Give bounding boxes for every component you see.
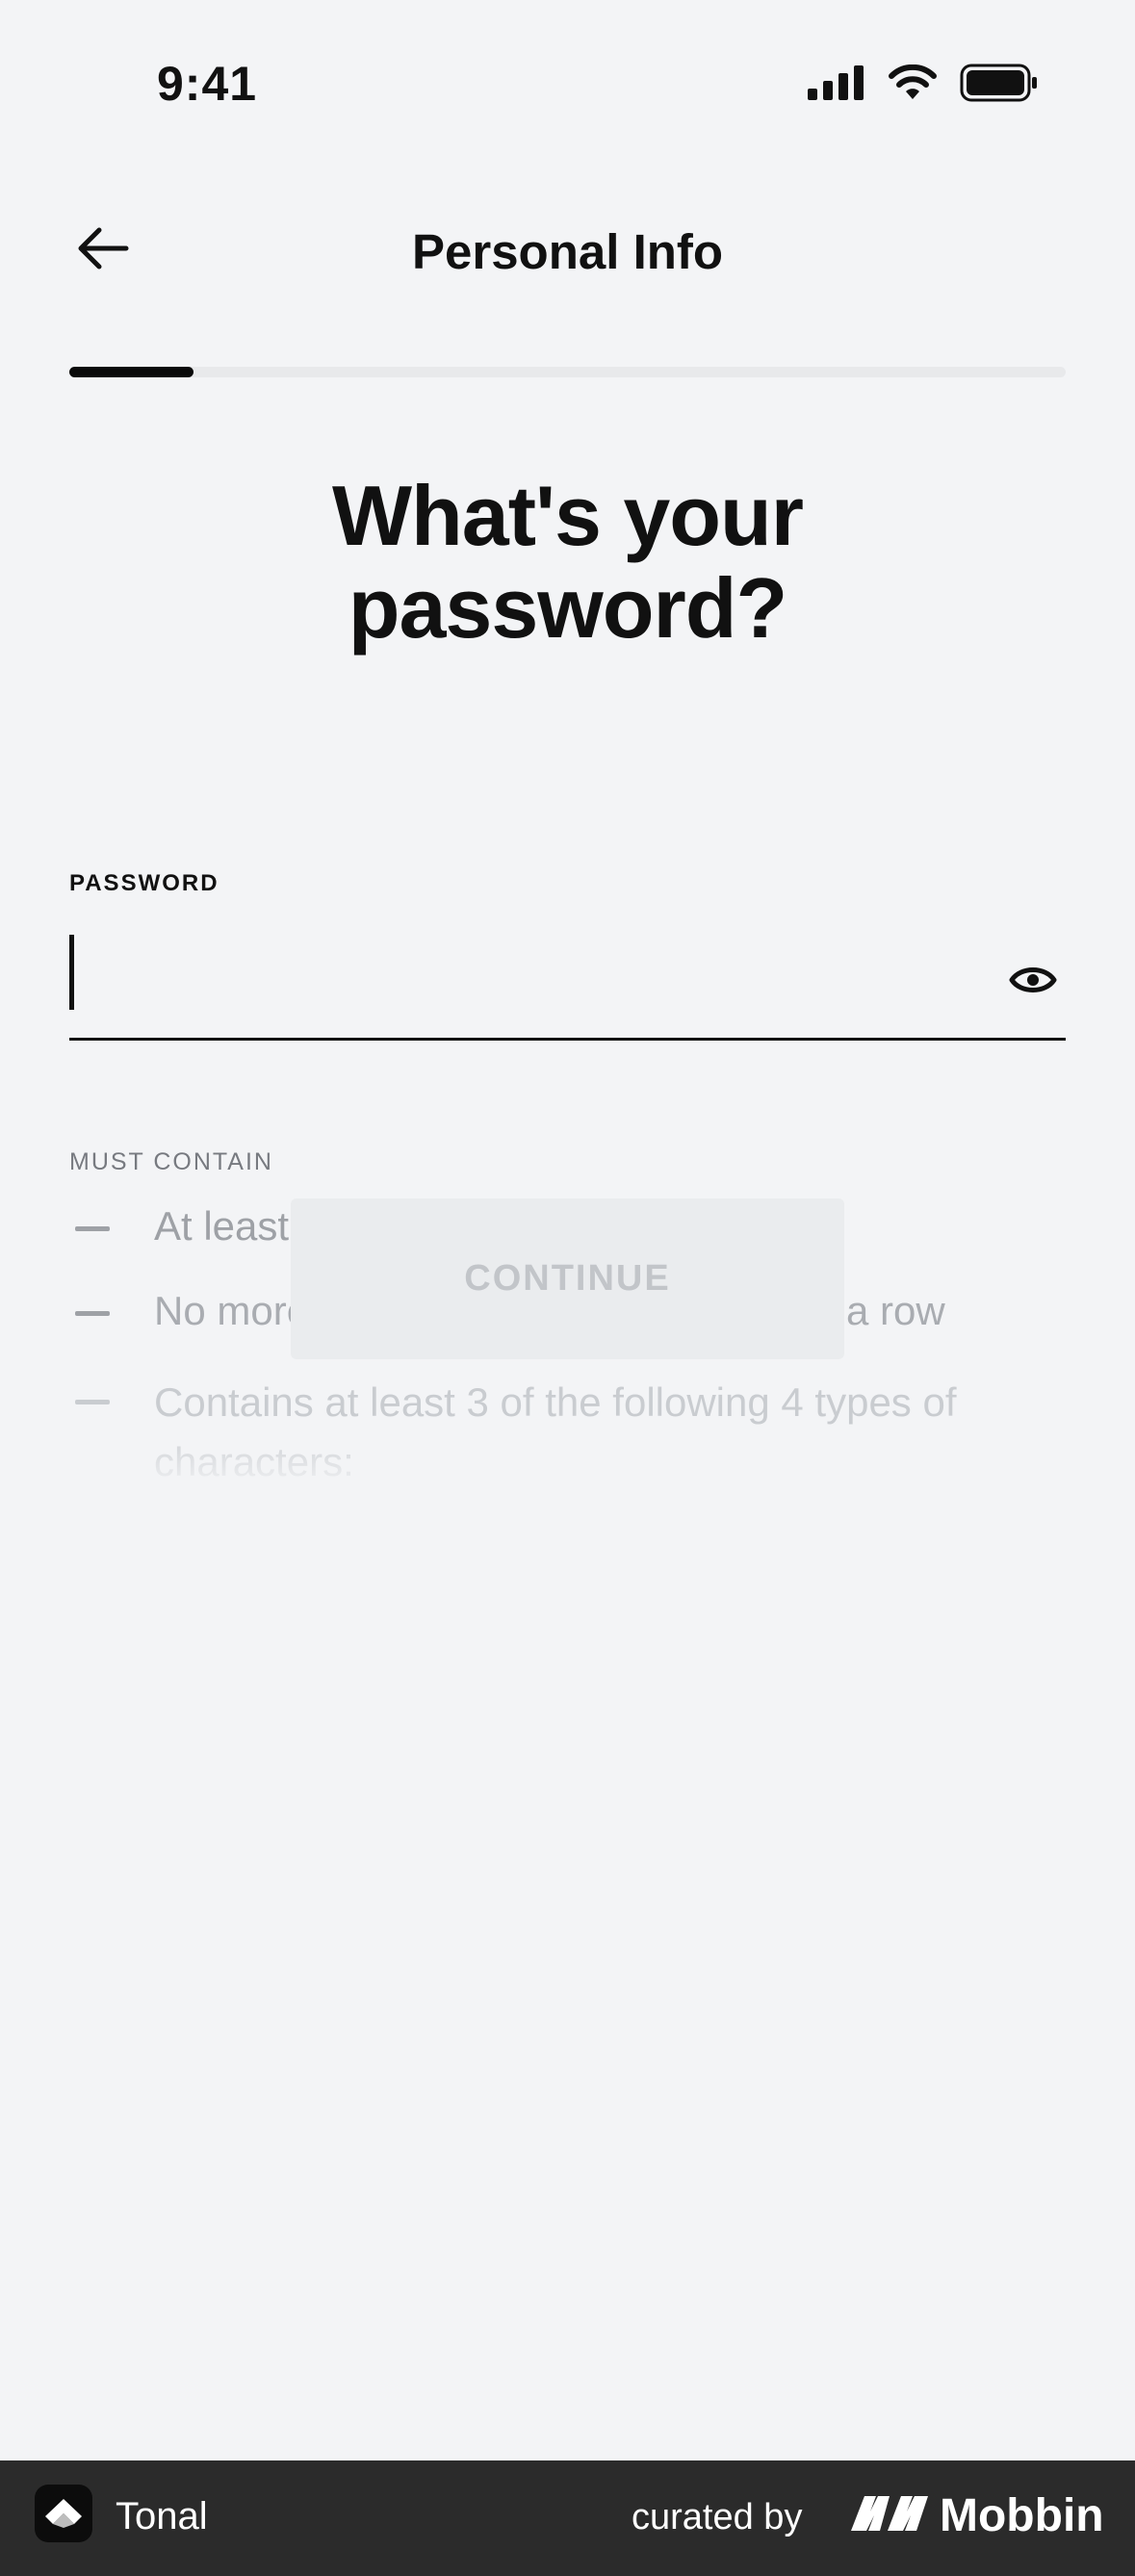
password-label: PASSWORD <box>69 870 219 896</box>
footer-bar: Tonal curated by Mobbin <box>0 2460 1135 2576</box>
password-input[interactable] <box>69 929 1066 1041</box>
page-title: Personal Info <box>411 224 724 279</box>
status-icons <box>808 64 1039 107</box>
screen: 9:41 Personal Info What's your password?… <box>0 0 1135 2576</box>
eye-icon <box>1009 963 1057 1002</box>
requirement-item: At least <box>75 1203 289 1249</box>
question-heading: What's your password? <box>0 470 1135 655</box>
curated-by-label: curated by <box>632 2497 803 2537</box>
heading-line-1: What's your <box>331 468 804 563</box>
mobbin-wordmark: Mobbin <box>940 2490 1104 2541</box>
battery-icon <box>960 64 1039 107</box>
dash-icon <box>75 1400 110 1404</box>
progress-bar <box>69 367 1066 377</box>
continue-button[interactable]: CONTINUE <box>291 1198 844 1359</box>
status-time: 9:41 <box>157 57 258 111</box>
progress-fill <box>69 367 194 377</box>
heading-line-2: password? <box>348 560 788 656</box>
app-name: Tonal <box>116 2495 208 2537</box>
requirements-fade <box>0 1425 1135 1511</box>
mobbin-brand: Mobbin <box>851 2489 1104 2542</box>
dash-icon <box>75 1226 110 1231</box>
wifi-icon <box>887 64 939 106</box>
cellular-signal-icon <box>808 65 865 105</box>
tonal-app-icon <box>35 2485 92 2542</box>
dash-icon <box>75 1311 110 1316</box>
mobbin-logo-icon <box>851 2489 930 2542</box>
show-password-button[interactable] <box>1006 958 1060 1006</box>
requirements-header: MUST CONTAIN <box>69 1148 273 1175</box>
text-caret <box>69 935 74 1010</box>
